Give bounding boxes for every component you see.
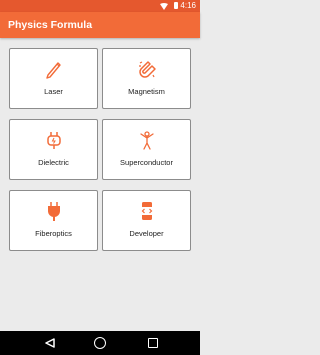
status-bar: 4:16 <box>0 0 200 12</box>
card-label: Magnetism <box>128 87 165 96</box>
card-fiberoptics[interactable]: Fiberoptics <box>9 190 98 251</box>
card-label: Fiberoptics <box>35 229 72 238</box>
card-dielectric[interactable]: Dielectric <box>9 119 98 180</box>
card-developer[interactable]: Developer <box>102 190 191 251</box>
home-button[interactable] <box>94 337 106 349</box>
card-label: Laser <box>44 87 63 96</box>
recents-button[interactable] <box>148 338 158 348</box>
card-label: Dielectric <box>38 158 69 167</box>
app-bar: Physics Formula <box>0 12 200 38</box>
app-title: Physics Formula <box>8 19 93 31</box>
battery-icon <box>174 2 178 9</box>
status-time: 4:16 <box>180 1 196 10</box>
back-button[interactable] <box>45 338 55 348</box>
developer-icon <box>139 202 154 220</box>
card-superconductor[interactable]: Superconductor <box>102 119 191 180</box>
card-laser[interactable]: Laser <box>9 48 98 109</box>
pen-icon <box>45 62 61 79</box>
wifi-icon <box>160 3 168 10</box>
plug-icon <box>46 132 61 149</box>
card-label: Developer <box>129 229 164 238</box>
card-label: Superconductor <box>120 158 173 167</box>
person-icon <box>139 131 154 150</box>
magnet-icon <box>138 61 156 78</box>
navigation-bar <box>0 331 200 355</box>
plug-icon <box>47 202 60 221</box>
card-magnetism[interactable]: Magnetism <box>102 48 191 109</box>
